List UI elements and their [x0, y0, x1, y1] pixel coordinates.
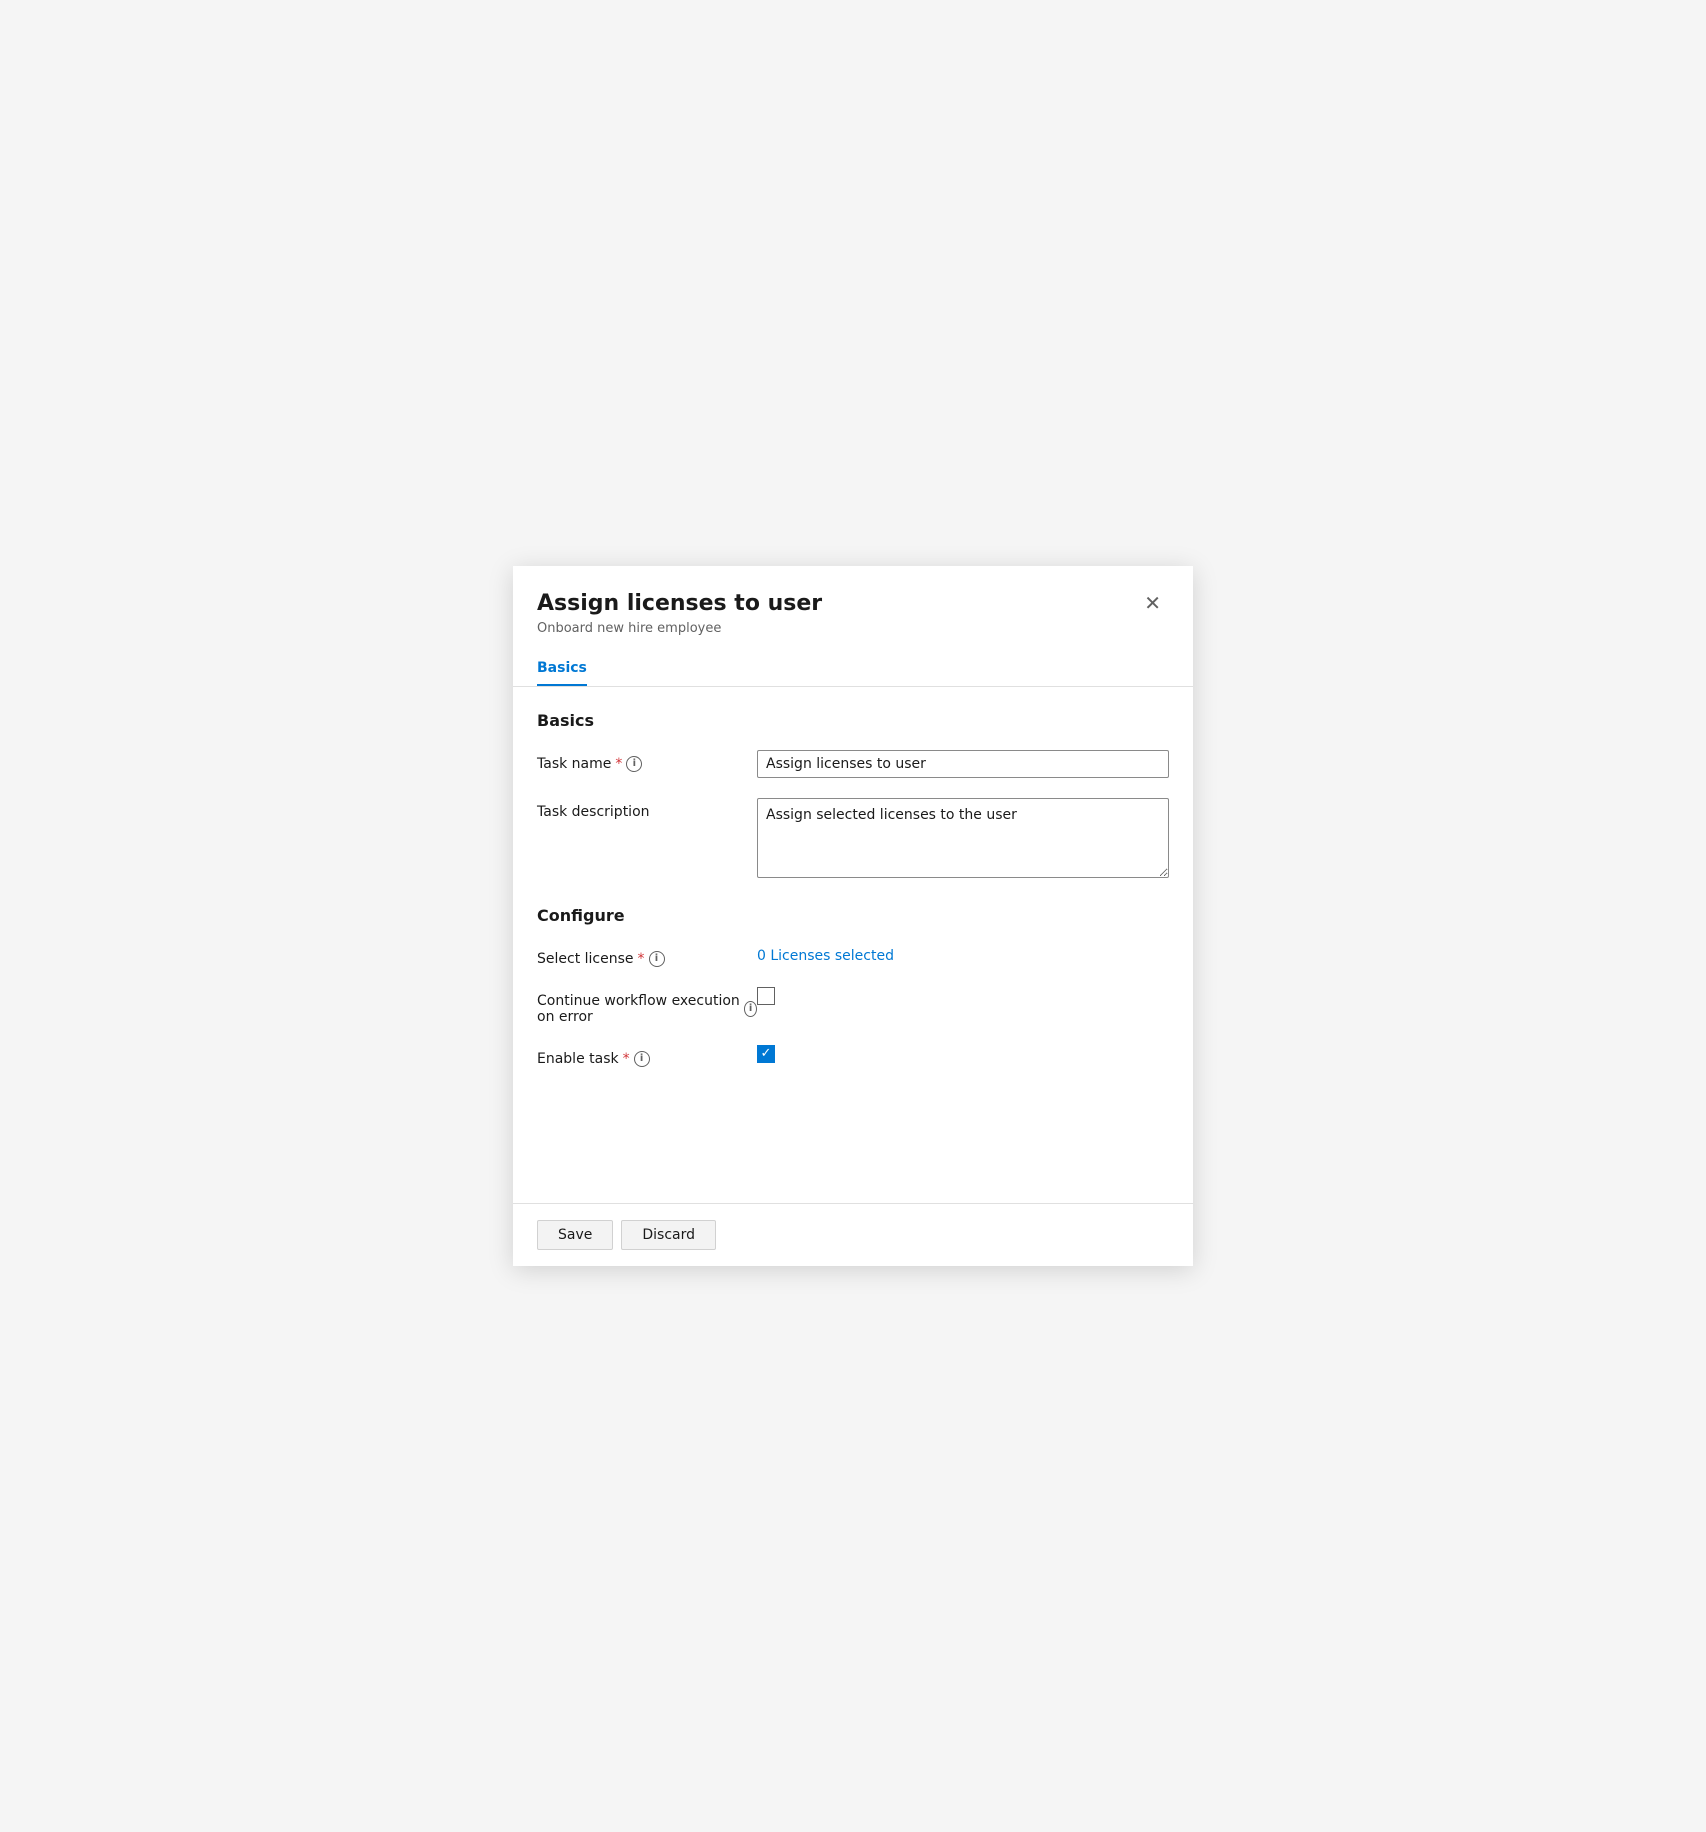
- task-name-row: Task name * i: [537, 750, 1169, 778]
- task-description-label: Task description: [537, 798, 757, 820]
- configure-section: Configure Select license * i 0 Licenses …: [537, 906, 1169, 1067]
- basics-section-title: Basics: [537, 711, 1169, 730]
- enable-task-info-icon[interactable]: i: [634, 1051, 650, 1067]
- continue-workflow-checkbox[interactable]: [757, 987, 775, 1005]
- enable-task-checkbox[interactable]: ✓: [757, 1045, 775, 1063]
- save-button[interactable]: Save: [537, 1220, 613, 1250]
- discard-button[interactable]: Discard: [621, 1220, 716, 1250]
- configure-section-title: Configure: [537, 906, 1169, 925]
- dialog-footer: Save Discard: [513, 1203, 1193, 1266]
- close-button[interactable]: ✕: [1136, 590, 1169, 618]
- select-license-control: 0 Licenses selected: [757, 945, 1169, 964]
- select-license-label: Select license * i: [537, 945, 757, 967]
- tabs-bar: Basics: [513, 636, 1193, 687]
- task-name-info-icon[interactable]: i: [626, 756, 642, 772]
- check-icon: ✓: [761, 1047, 772, 1060]
- dialog-title: Assign licenses to user: [537, 590, 822, 619]
- task-description-input[interactable]: [757, 798, 1169, 878]
- task-name-input[interactable]: [757, 750, 1169, 778]
- assign-licenses-dialog: Assign licenses to user Onboard new hire…: [513, 566, 1193, 1266]
- task-name-control: [757, 750, 1169, 778]
- enable-task-label: Enable task * i: [537, 1045, 757, 1067]
- select-license-required: *: [638, 951, 645, 967]
- task-name-label: Task name * i: [537, 750, 757, 772]
- task-name-required: *: [615, 756, 622, 772]
- continue-workflow-row: Continue workflow execution on error i: [537, 987, 1169, 1025]
- task-description-control: [757, 798, 1169, 882]
- enable-task-control: ✓: [757, 1045, 1169, 1063]
- continue-workflow-label: Continue workflow execution on error i: [537, 987, 757, 1025]
- select-license-row: Select license * i 0 Licenses selected: [537, 945, 1169, 967]
- task-description-row: Task description: [537, 798, 1169, 882]
- licenses-selected-link[interactable]: 0 Licenses selected: [757, 948, 894, 964]
- enable-task-required: *: [623, 1051, 630, 1067]
- continue-workflow-info-icon[interactable]: i: [744, 1001, 757, 1017]
- continue-workflow-control: [757, 987, 1169, 1005]
- dialog-content: Basics Task name * i Task description: [513, 687, 1193, 1203]
- dialog-subtitle: Onboard new hire employee: [537, 621, 822, 636]
- enable-task-row: Enable task * i ✓: [537, 1045, 1169, 1067]
- dialog-header: Assign licenses to user Onboard new hire…: [513, 566, 1193, 636]
- close-icon: ✕: [1144, 594, 1161, 614]
- select-license-info-icon[interactable]: i: [649, 951, 665, 967]
- dialog-title-group: Assign licenses to user Onboard new hire…: [537, 590, 822, 636]
- tab-basics[interactable]: Basics: [537, 652, 587, 686]
